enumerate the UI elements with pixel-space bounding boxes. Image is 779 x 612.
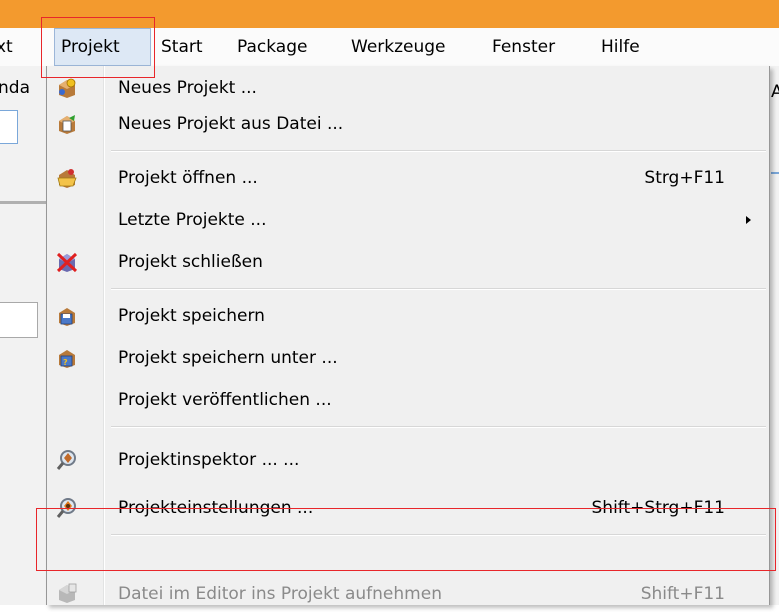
menu-item-shortcut: Strg+F11: [644, 168, 725, 188]
menu-item-projekt-speichern[interactable]: Projekt speichern: [47, 298, 769, 334]
menu-separator-light: [111, 289, 766, 290]
menu-item-projekt-schliessen[interactable]: Projekt schließen: [47, 244, 769, 280]
menu-item-projekt-veroeffentlichen[interactable]: Projekt veröffentlichen ...: [47, 382, 769, 418]
left-fragment-field: [0, 110, 18, 144]
project-inspector-icon: [55, 448, 79, 472]
new-project-icon: [55, 76, 79, 100]
menu-item-projektinspektor[interactable]: Projektinspektor ... ...: [47, 442, 769, 478]
menu-item-shortcut: Shift+F11: [640, 584, 725, 604]
svg-text:?: ?: [63, 358, 68, 367]
menu-item-label: Projekt speichern: [118, 306, 265, 326]
menu-item-label: Datei im Editor ins Projekt aufnehmen: [118, 584, 442, 604]
menu-item-label: Projekt speichern unter ...: [118, 348, 338, 368]
menu-fenster[interactable]: Fenster: [492, 28, 555, 66]
close-project-icon: [55, 250, 79, 274]
menu-item-letzte-projekte[interactable]: Letzte Projekte ...: [47, 202, 769, 238]
highlight-box-projekt-menu: [41, 17, 155, 78]
menu-item-label: Letzte Projekte ...: [118, 210, 267, 230]
menu-item-label: Projektinspektor ... ...: [118, 450, 300, 470]
menu-separator-light: [111, 151, 766, 152]
highlight-box-projekteinstellungen: [36, 508, 776, 571]
menu-item-label: Projekt schließen: [118, 252, 263, 272]
save-project-as-icon: ?: [55, 346, 79, 370]
menu-hilfe[interactable]: Hilfe: [601, 28, 640, 66]
open-project-icon: [55, 166, 79, 190]
menu-item-label: Neues Projekt aus Datei ...: [118, 114, 344, 134]
menu-separator-light: [111, 427, 766, 428]
save-project-icon: [55, 304, 79, 328]
left-fragment-input: [0, 302, 38, 338]
add-file-to-project-icon: [55, 581, 79, 605]
menu-item-datei-ins-projekt-aufnehmen: Datei im Editor ins Projekt aufnehmen Sh…: [47, 576, 769, 612]
left-fragment-line: [0, 201, 48, 204]
right-fragment-text: A: [771, 82, 779, 102]
menu-item-projekt-oeffnen[interactable]: Projekt öffnen ... Strg+F11: [47, 160, 769, 196]
menu-item-neues-projekt-aus-datei[interactable]: Neues Projekt aus Datei ...: [47, 106, 769, 142]
menu-package[interactable]: Package: [237, 28, 307, 66]
menu-item-label: Projekt veröffentlichen ...: [118, 390, 332, 410]
left-fragment-text: nda: [0, 78, 30, 98]
menu-text[interactable]: xt: [0, 28, 13, 66]
submenu-arrow-icon: [746, 216, 751, 224]
menu-start[interactable]: Start: [161, 28, 203, 66]
menu-item-projekt-speichern-unter[interactable]: ? Projekt speichern unter ...: [47, 340, 769, 376]
new-project-from-file-icon: [55, 112, 79, 136]
menu-item-label: Projekt öffnen ...: [118, 168, 258, 188]
menu-werkzeuge[interactable]: Werkzeuge: [351, 28, 446, 66]
right-fragment-line: [771, 172, 779, 174]
menu-item-neues-projekt[interactable]: Neues Projekt ...: [47, 70, 769, 106]
